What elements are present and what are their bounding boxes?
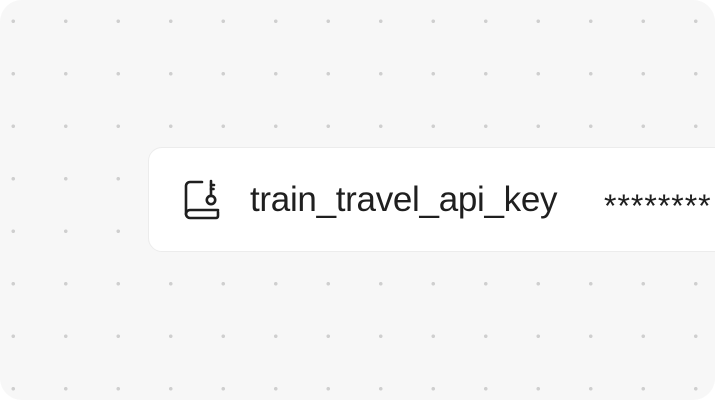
secret-masked-value: ********	[604, 188, 712, 224]
secret-key-icon	[184, 179, 220, 220]
dotted-canvas: train_travel_api_key ********	[0, 0, 715, 400]
secret-name: train_travel_api_key	[250, 180, 558, 219]
secret-item[interactable]: train_travel_api_key ********	[148, 147, 715, 252]
